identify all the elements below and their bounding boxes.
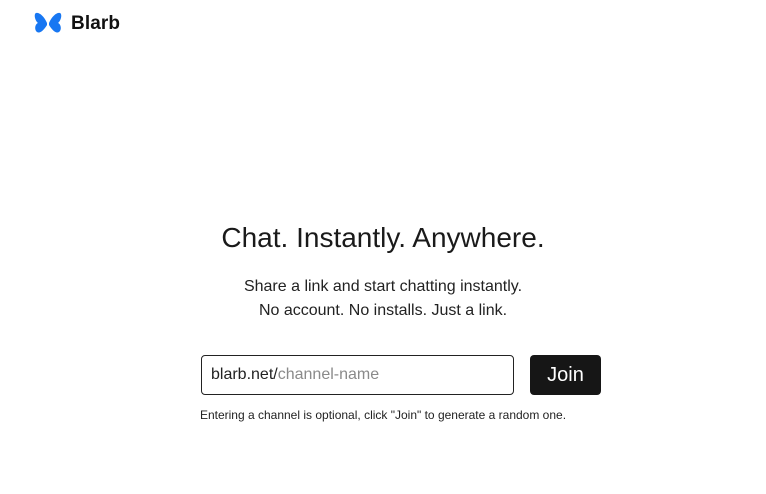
channel-hint: Entering a channel is optional, click "J…	[199, 408, 567, 422]
subheadline-first: Share a link and start chatting instantl…	[243, 278, 523, 295]
channel-url-prefix: blarb.net/	[211, 366, 278, 383]
site-header: Blarb	[34, 11, 120, 37]
channel-name-input[interactable]	[277, 366, 498, 384]
channel-field[interactable]: blarb.net/	[201, 355, 514, 395]
brand-name[interactable]: Blarb	[71, 13, 120, 35]
join-button[interactable]: Join	[530, 355, 601, 395]
butterfly-icon[interactable]	[34, 11, 62, 37]
subheadline-second: No account. No installs. Just a link.	[258, 302, 508, 319]
headline: Chat. Instantly. Anywhere.	[221, 222, 545, 253]
hero-section: Chat. Instantly. Anywhere. Share a link …	[0, 218, 766, 319]
join-form: blarb.net/ Join	[201, 355, 601, 395]
